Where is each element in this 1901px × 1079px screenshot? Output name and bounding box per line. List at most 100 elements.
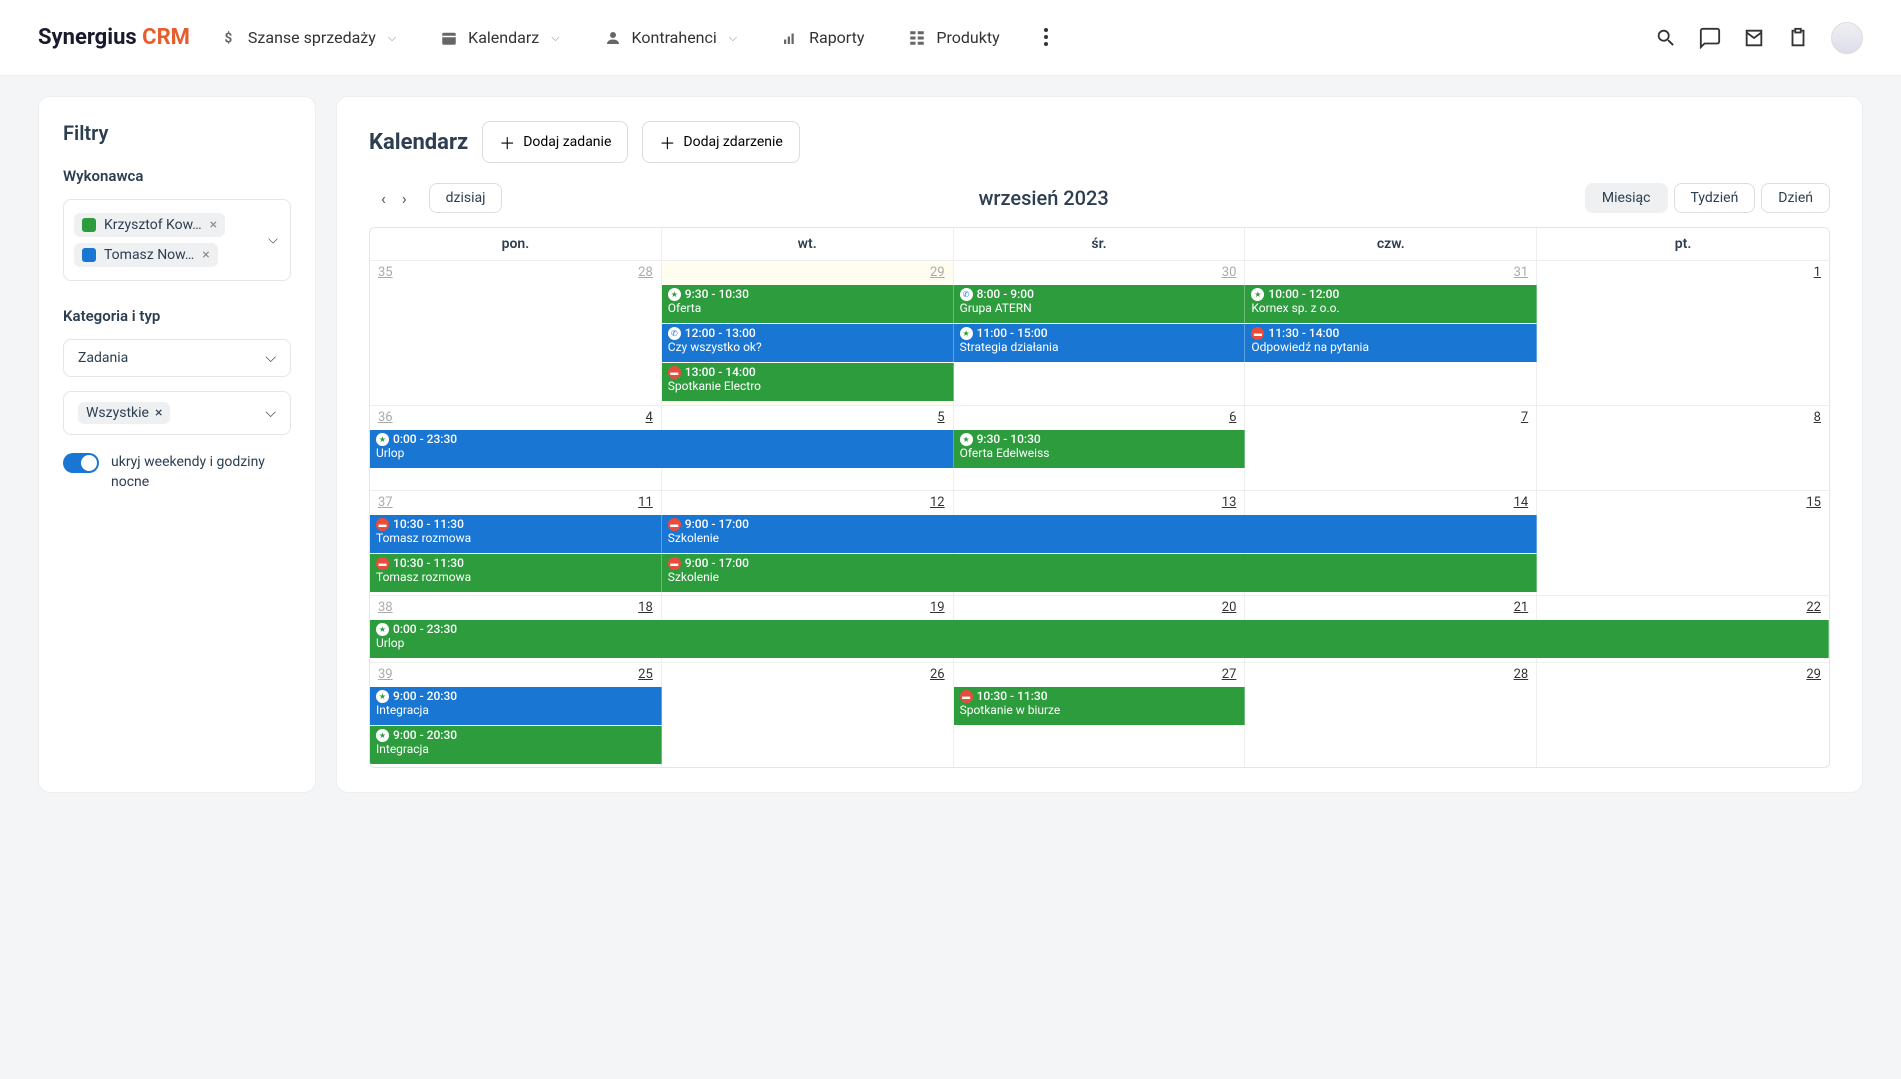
calendar-event[interactable]: ★9:30 - 10:30Oferta Edelweiss — [954, 430, 1246, 468]
day-number: 14 — [1514, 495, 1529, 510]
calendar-event[interactable]: ★10:00 - 12:00Kornex sp. z o.o. — [1245, 285, 1537, 323]
day-header: wt. — [662, 228, 954, 261]
main-nav: $Szanse sprzedaży⌵ Kalendarz⌵ Kontrahenci⌵… — [220, 28, 1655, 47]
day-number: 7 — [1521, 410, 1528, 425]
remove-chip-icon[interactable]: × — [210, 217, 217, 233]
mail-icon[interactable] — [1743, 27, 1765, 49]
calendar-cell[interactable]: 7 — [1245, 406, 1537, 490]
calendar-content: Kalendarz ＋Dodaj zadanie ＋Dodaj zdarzeni… — [336, 96, 1863, 793]
calendar-week-row: 4365678★0:00 - 23:30Urlop★9:30 - 10:30Of… — [370, 406, 1829, 491]
performer-chip[interactable]: Krzysztof Kow…× — [74, 213, 225, 237]
calendar-cell[interactable]: 29 — [1537, 663, 1829, 767]
next-month-icon[interactable]: › — [402, 189, 407, 208]
topbar: Synergius CRM $Szanse sprzedaży⌵ Kalendar… — [0, 0, 1901, 76]
calendar-event[interactable]: ★11:00 - 15:00Strategia działania — [954, 324, 1246, 362]
page-title: Kalendarz — [369, 130, 468, 155]
day-number: 29 — [930, 265, 945, 280]
day-number: 8 — [1814, 410, 1821, 425]
chevron-down-icon: ⌵ — [388, 31, 396, 45]
add-task-button[interactable]: ＋Dodaj zadanie — [482, 121, 628, 163]
performer-chips[interactable]: Krzysztof Kow…× Tomasz Now…× ⌵ — [63, 199, 291, 281]
week-number: 35 — [378, 265, 393, 280]
nav-kalendarz[interactable]: Kalendarz⌵ — [440, 28, 559, 47]
calendar-event[interactable]: ✆12:00 - 13:00Czy wszystko ok? — [662, 324, 954, 362]
day-header: czw. — [1245, 228, 1537, 261]
chat-icon[interactable] — [1699, 27, 1721, 49]
avatar[interactable] — [1831, 22, 1863, 54]
day-number: 4 — [645, 410, 652, 425]
nav-kontrahenci[interactable]: Kontrahenci⌵ — [604, 28, 738, 47]
view-month-button[interactable]: Miesiąc — [1585, 183, 1668, 213]
chevron-down-icon: ⌵ — [729, 31, 737, 45]
performer-label: Wykonawca — [63, 167, 291, 185]
day-number: 28 — [1514, 667, 1529, 682]
day-number: 6 — [1229, 410, 1236, 425]
toggle-label: ukryj weekendy i godziny nocne — [111, 453, 291, 492]
day-header: pon. — [370, 228, 662, 261]
calendar-cell[interactable]: 15 — [1537, 491, 1829, 595]
calendar-event[interactable]: ★9:00 - 20:30Integracja — [370, 726, 662, 764]
calendar-event[interactable]: ▬9:00 - 17:00Szkolenie — [662, 554, 1537, 592]
day-number: 25 — [638, 667, 653, 682]
logo: Synergius CRM — [38, 25, 190, 50]
category-select[interactable]: Zadania ⌵ — [63, 339, 291, 377]
week-number: 37 — [378, 495, 393, 510]
week-number: 38 — [378, 600, 393, 615]
period-label: wrzesień 2023 — [502, 186, 1584, 210]
week-number: 39 — [378, 667, 393, 682]
search-icon[interactable] — [1655, 27, 1677, 49]
calendar-event[interactable]: ▬13:00 - 14:00Spotkanie Electro — [662, 363, 954, 401]
calendar-cell[interactable]: 26 — [662, 663, 954, 767]
day-number: 13 — [1222, 495, 1237, 510]
calendar-cell[interactable]: 8 — [1537, 406, 1829, 490]
calendar-grid: pon.wt.śr.czw.pt. 28352930311★9:30 - 10:… — [369, 227, 1830, 768]
chevron-down-icon: ⌵ — [551, 31, 559, 45]
remove-chip-icon[interactable]: × — [155, 405, 162, 421]
day-number: 19 — [930, 600, 945, 615]
day-number: 5 — [937, 410, 944, 425]
calendar-event[interactable]: ✆8:00 - 9:00Grupa ATERN — [954, 285, 1246, 323]
chevron-down-icon[interactable]: ⌵ — [268, 233, 278, 248]
calendar-cell[interactable]: 1 — [1537, 261, 1829, 405]
day-number: 12 — [930, 495, 945, 510]
view-week-button[interactable]: Tydzień — [1674, 183, 1756, 213]
svg-text:$: $ — [224, 30, 232, 46]
calendar-event[interactable]: ★0:00 - 23:30Urlop — [370, 430, 954, 468]
day-number: 15 — [1806, 495, 1821, 510]
topbar-right — [1655, 22, 1863, 54]
nav-raporty[interactable]: Raporty — [781, 28, 864, 47]
nav-produkty[interactable]: Produkty — [908, 28, 999, 47]
calendar-week-row: 183819202122★0:00 - 23:30Urlop — [370, 596, 1829, 663]
add-event-button[interactable]: ＋Dodaj zdarzenie — [642, 121, 799, 163]
calendar-event[interactable]: ★0:00 - 23:30Urlop — [370, 620, 1829, 658]
calendar-event[interactable]: ▬9:00 - 17:00Szkolenie — [662, 515, 1537, 553]
more-menu-icon[interactable] — [1044, 28, 1048, 47]
day-number: 31 — [1514, 265, 1529, 280]
view-day-button[interactable]: Dzień — [1761, 183, 1830, 213]
calendar-event[interactable]: ▬10:30 - 11:30Tomasz rozmowa — [370, 515, 662, 553]
chevron-down-icon: ⌵ — [265, 405, 276, 421]
remove-chip-icon[interactable]: × — [202, 247, 209, 263]
calendar-event[interactable]: ▬11:30 - 14:00Odpowiedź na pytania — [1245, 324, 1537, 362]
calendar-cell[interactable]: 2835 — [370, 261, 662, 405]
calendar-event[interactable]: ★9:00 - 20:30Integracja — [370, 687, 662, 725]
performer-chip[interactable]: Tomasz Now…× — [74, 243, 218, 267]
type-select[interactable]: Wszystkie× ⌵ — [63, 391, 291, 435]
hide-weekends-toggle[interactable] — [63, 453, 99, 473]
day-number: 30 — [1222, 265, 1237, 280]
filters-sidebar: Filtry Wykonawca Krzysztof Kow…×Tomasz N… — [38, 96, 316, 793]
day-number: 20 — [1222, 600, 1237, 615]
calendar-event[interactable]: ★9:30 - 10:30Oferta — [662, 285, 954, 323]
clipboard-icon[interactable] — [1787, 27, 1809, 49]
category-label: Kategoria i typ — [63, 307, 291, 325]
nav-szanse-sprzedaży[interactable]: $Szanse sprzedaży⌵ — [220, 28, 396, 47]
today-button[interactable]: dzisiaj — [429, 183, 503, 213]
calendar-event[interactable]: ▬10:30 - 11:30Tomasz rozmowa — [370, 554, 662, 592]
calendar-cell[interactable]: 28 — [1245, 663, 1537, 767]
prev-month-icon[interactable]: ‹ — [381, 189, 386, 208]
calendar-week-row: 2835 29 30 31 1 ★9:30 - 10:30Oferta✆8:00 - 9:… — [370, 261, 1829, 406]
day-header: pt. — [1537, 228, 1829, 261]
day-number: 29 — [1806, 667, 1821, 682]
day-header: śr. — [954, 228, 1246, 261]
calendar-event[interactable]: ▬10:30 - 11:30Spotkanie w biurze — [954, 687, 1246, 725]
